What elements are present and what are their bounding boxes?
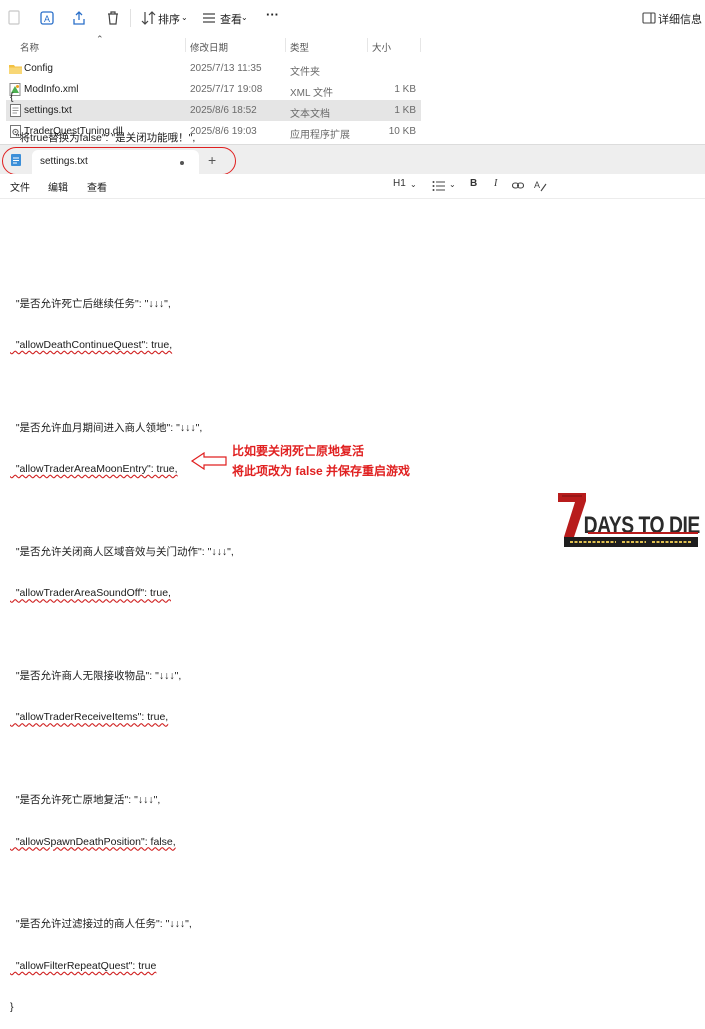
code-line: "allowSpawnDeathPosition": false, xyxy=(10,835,176,848)
svg-text:A: A xyxy=(534,180,540,190)
view-icon[interactable] xyxy=(200,9,218,27)
code-line: { xyxy=(10,90,14,103)
heading-select[interactable]: H1 xyxy=(393,178,406,189)
file-size: 1 KB xyxy=(394,84,416,95)
sort-up-icon: ⌃ xyxy=(96,34,104,44)
italic-button[interactable]: I xyxy=(494,178,497,189)
file-size: 10 KB xyxy=(388,126,416,137)
details-button[interactable]: 详细信息 xyxy=(658,11,702,27)
column-header: ⌃ 名称 修改日期 类型 大小 xyxy=(0,34,705,54)
column-size[interactable]: 大小 xyxy=(372,40,391,54)
file-type: XML 文件 xyxy=(290,88,333,99)
game-logo-watermark: DAYS TO DIE xyxy=(558,493,700,547)
code-line: "是否允许死亡原地复活": "↓↓↓", xyxy=(10,794,161,807)
code-line: "allowDeathContinueQuest": true, xyxy=(10,338,173,351)
code-line: } xyxy=(10,1001,14,1014)
annotation-line-1: 比如要关闭死亡原地复活 xyxy=(232,444,365,458)
link-icon[interactable] xyxy=(512,181,524,191)
delete-icon[interactable] xyxy=(104,9,122,27)
list-chevron-icon: ⌄ xyxy=(449,180,456,189)
more-options-button[interactable]: ··· xyxy=(266,7,279,22)
sort-icon[interactable] xyxy=(140,9,158,27)
bold-button[interactable]: B xyxy=(470,178,477,189)
code-line: "是否允许关闭商人区域音效与关门动作": "↓↓↓", xyxy=(10,545,234,558)
sort-button[interactable]: 排序 xyxy=(158,11,180,27)
column-type[interactable]: 类型 xyxy=(290,40,309,54)
rename-icon[interactable]: A xyxy=(38,9,56,27)
svg-text:DAYS TO DIE: DAYS TO DIE xyxy=(584,511,700,539)
view-chevron-icon: ⌄ xyxy=(241,13,248,22)
red-arrow-icon xyxy=(190,452,227,470)
code-line: "是否允许死亡后继续任务": "↓↓↓", xyxy=(10,297,171,310)
code-line: "allowTraderReceiveItems": true, xyxy=(10,711,169,724)
svg-text:A: A xyxy=(44,14,50,24)
file-type: 应用程序扩展 xyxy=(290,130,350,141)
column-name[interactable]: 名称 xyxy=(20,40,39,54)
code-line: "allowTraderAreaSoundOff": true, xyxy=(10,587,171,600)
column-modified[interactable]: 修改日期 xyxy=(190,40,228,54)
sort-chevron-icon: ⌄ xyxy=(181,13,188,22)
file-size: 1 KB xyxy=(394,105,416,116)
list-icon[interactable] xyxy=(432,180,446,192)
view-button[interactable]: 查看 xyxy=(220,11,242,27)
explorer-toolbar: A 排序 ⌄ 查看 ⌄ ··· 详细信息 xyxy=(0,0,705,36)
share-icon[interactable] xyxy=(70,9,88,27)
code-line: "allowFilterRepeatQuest": true xyxy=(10,959,157,972)
editor-text[interactable]: { "将true替换为false": "是关闭功能哦！", "是否允许死亡后继续… xyxy=(10,63,234,1029)
file-type: 文件夹 xyxy=(290,67,320,78)
code-line: "是否允许过滤接过的商人任务": "↓↓↓", xyxy=(10,918,192,931)
annotation-line-2: 将此项改为 false 并保存重启游戏 xyxy=(232,464,411,478)
details-pane-icon[interactable] xyxy=(640,9,658,27)
clear-format-icon[interactable]: A xyxy=(534,179,547,192)
code-line: "是否允许商人无限接收物品": "↓↓↓", xyxy=(10,670,182,683)
copy-icon[interactable] xyxy=(6,9,24,27)
heading-chevron-icon: ⌄ xyxy=(410,180,417,189)
code-line: "是否允许血月期间进入商人领地": "↓↓↓", xyxy=(10,421,203,434)
file-type: 文本文档 xyxy=(290,109,330,120)
code-line: "将true替换为false": "是关闭功能哦！", xyxy=(10,131,196,144)
